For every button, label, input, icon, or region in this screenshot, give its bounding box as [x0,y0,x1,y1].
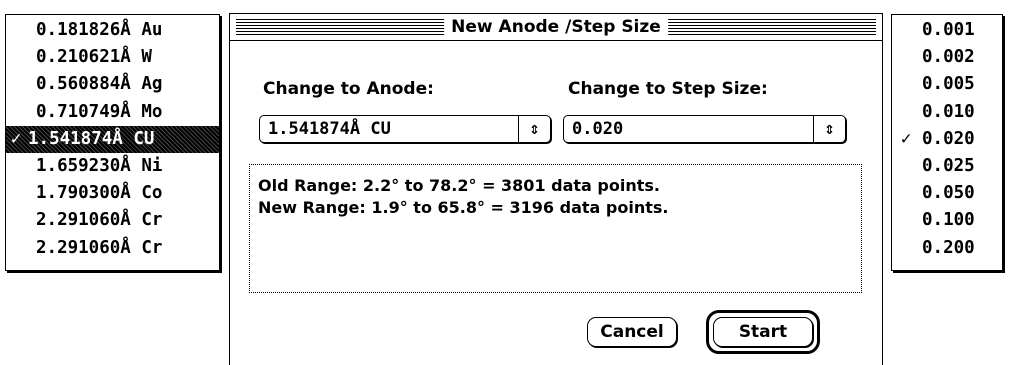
anode-menu-item[interactable]: 2.291060Å Cr [6,207,219,234]
anode-menu-item[interactable]: 0.560884Å Ag [6,71,219,98]
check-icon: ✓ [10,128,22,149]
new-anode-step-size-dialog: New Anode /Step Size Change to Anode: Ch… [229,13,883,365]
step-menu-item[interactable]: 0.050 [892,180,1002,207]
anode-menu-item[interactable]: 0.181826Å Au [6,17,219,44]
anode-select[interactable]: 1.541874Å CU ⇕ [259,115,551,143]
up-down-arrows-icon: ⇕ [813,116,845,142]
cancel-button[interactable]: Cancel [587,317,677,347]
step-menu-item[interactable]: 0.005 [892,71,1002,98]
start-button[interactable]: Start [713,317,813,347]
check-icon: ✓ [900,128,912,149]
anode-menu-item[interactable]: 0.710749Å Mo [6,99,219,126]
step-size-menu: 0.001 0.002 0.005 0.010 ✓ 0.020 0.025 0.0… [891,14,1003,271]
step-menu-item-checked[interactable]: ✓ 0.020 [892,126,1002,153]
step-menu-item[interactable]: 0.200 [892,235,1002,262]
step-menu-item[interactable]: 0.010 [892,99,1002,126]
step-menu-item[interactable]: 0.025 [892,153,1002,180]
old-range-text: Old Range: 2.2° to 78.2° = 3801 data poi… [258,176,660,195]
step-menu-item[interactable]: 0.001 [892,17,1002,44]
step-size-label: Change to Step Size: [568,79,768,99]
new-range-text: New Range: 1.9° to 65.8° = 3196 data poi… [258,198,669,217]
anode-menu-item[interactable]: 1.790300Å Co [6,180,219,207]
anode-menu: 0.181826Å Au 0.210621Å W 0.560884Å Ag 0.… [5,14,220,271]
step-menu-item[interactable]: 0.002 [892,44,1002,71]
title-bar[interactable]: New Anode /Step Size [230,14,882,41]
dialog-title: New Anode /Step Size [444,16,668,38]
anode-menu-item[interactable]: 2.291060Å Cr [6,235,219,262]
step-menu-item[interactable]: 0.100 [892,207,1002,234]
step-size-select-value: 0.020 [572,119,624,139]
anode-select-value: 1.541874Å CU [268,119,391,139]
anode-menu-item[interactable]: 0.210621Å W [6,44,219,71]
anode-menu-item-selected[interactable]: ✓ 1.541874Å CU [6,125,219,153]
anode-menu-item[interactable]: 1.659230Å Ni [6,153,219,180]
anode-label: Change to Anode: [263,79,434,99]
step-size-select[interactable]: 0.020 ⇕ [563,115,846,143]
up-down-arrows-icon: ⇕ [518,116,550,142]
range-info-box: Old Range: 2.2° to 78.2° = 3801 data poi… [249,164,862,293]
